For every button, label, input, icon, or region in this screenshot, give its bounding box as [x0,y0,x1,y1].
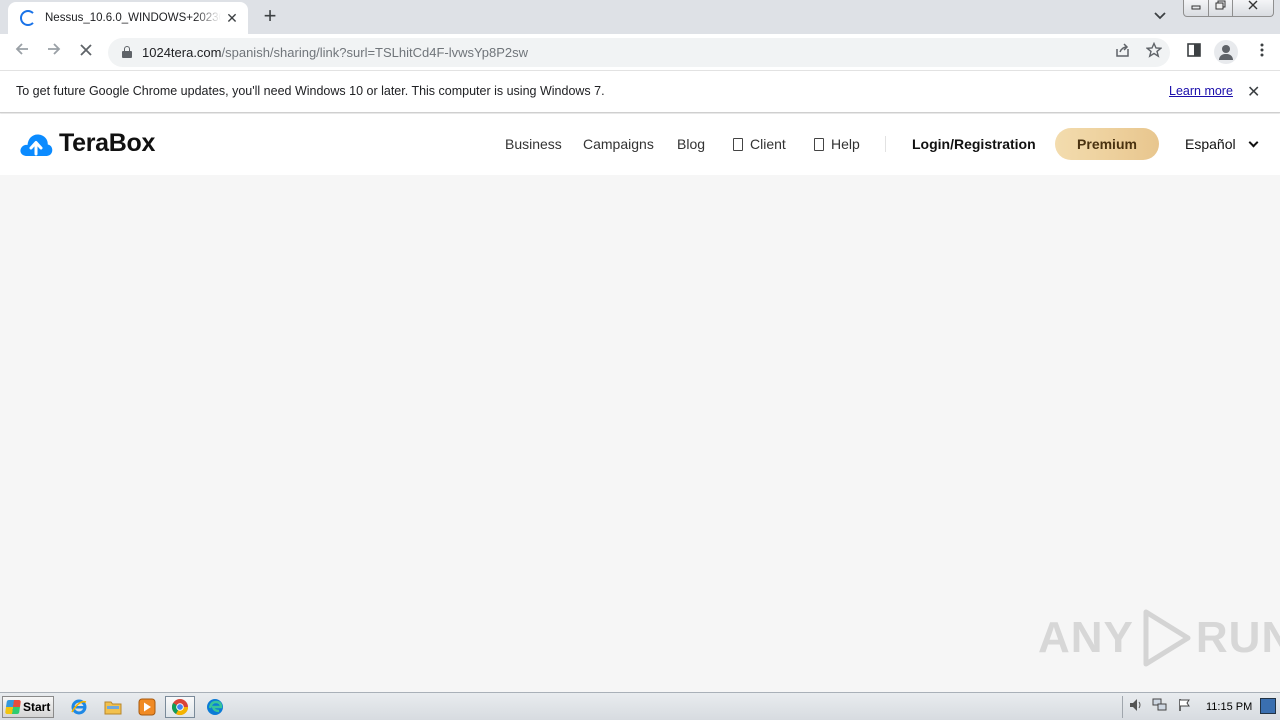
terabox-logo[interactable]: TeraBox [19,129,155,158]
chevron-down-icon [1154,12,1166,20]
window-minimize-button[interactable] [1183,0,1209,17]
network-icon[interactable] [1151,698,1169,716]
show-desktop-button[interactable] [1260,698,1276,714]
side-panel-button[interactable] [1182,40,1206,64]
restore-icon [1215,0,1226,10]
edge-icon [207,699,223,715]
side-panel-icon [1187,43,1201,57]
chevron-down-icon [1248,137,1259,147]
folder-icon [104,701,122,715]
start-button[interactable]: Start [2,696,54,718]
site-header: TeraBox Business Campaigns Blog Client H… [0,114,1280,175]
cloud-upload-icon [20,133,53,156]
nav-campaigns[interactable]: Campaigns [583,136,654,152]
language-selector[interactable]: Español [1185,136,1259,152]
back-button[interactable] [10,40,34,64]
window-restore-button[interactable] [1208,0,1233,17]
window-close-button[interactable] [1232,0,1274,17]
windows-taskbar: Start 11:15 PM [0,692,1280,720]
nav-help-label: Help [831,136,860,152]
nav-business[interactable]: Business [505,136,562,152]
infobar-message: To get future Google Chrome updates, you… [16,84,605,98]
share-button[interactable] [1111,42,1133,64]
action-center-flag-icon[interactable] [1176,698,1194,716]
bookmark-button[interactable] [1143,41,1165,64]
chrome-update-infobar: To get future Google Chrome updates, you… [0,71,1280,113]
minimize-icon [1191,5,1201,10]
anyrun-watermark: ANY RUN [1038,608,1280,668]
forward-button[interactable] [42,40,66,64]
taskbar-edge[interactable] [204,696,226,718]
windows-logo-icon [5,700,21,714]
login-registration-link[interactable]: Login/Registration [912,136,1036,152]
taskbar-internet-explorer[interactable] [68,696,90,718]
new-tab-button[interactable]: + [258,5,282,29]
star-icon [1145,41,1163,58]
chrome-icon [171,699,189,716]
logo-text: TeraBox [59,129,156,157]
arrow-right-icon [48,43,61,55]
learn-more-link[interactable]: Learn more [1169,84,1233,98]
arrow-left-icon [15,43,28,55]
taskbar-file-explorer[interactable] [102,696,124,718]
taskbar-chrome[interactable] [165,696,195,718]
language-label: Español [1185,136,1236,152]
url-text[interactable]: 1024tera.com/spanish/sharing/link?surl=T… [142,45,528,60]
more-vertical-icon [1260,43,1264,57]
browser-toolbar: 1024tera.com/spanish/sharing/link?surl=T… [0,34,1280,71]
chrome-menu-button[interactable] [1250,40,1274,64]
infobar-close-icon[interactable]: ✕ [1247,82,1260,102]
close-icon [1248,0,1258,10]
premium-button[interactable]: Premium [1055,128,1159,160]
browser-tab-active[interactable]: Nessus_10.6.0_WINDOWS+20230831 - TeraBox… [8,2,248,34]
tab-search-button[interactable] [1150,7,1170,27]
taskbar-media-player[interactable] [136,696,158,718]
device-icon [733,137,743,151]
browser-tab-strip: Nessus_10.6.0_WINDOWS+20230831 - TeraBox… [0,0,1280,34]
lock-icon[interactable] [122,46,132,58]
stop-icon [80,44,92,56]
profile-avatar-icon[interactable] [1214,40,1238,64]
nav-divider [885,136,886,152]
loading-spinner-icon [20,10,36,26]
play-logo-icon [1143,609,1191,667]
address-bar[interactable]: 1024tera.com/spanish/sharing/link?surl=T… [108,38,1170,67]
tray-divider [1122,696,1123,718]
nav-blog[interactable]: Blog [677,136,705,152]
internet-explorer-icon [71,699,87,715]
help-icon [814,137,824,151]
nav-client[interactable]: Client [733,136,786,152]
media-player-icon [138,698,156,716]
tab-close-icon[interactable]: ✕ [224,10,240,26]
nav-help[interactable]: Help [814,136,860,152]
volume-icon[interactable] [1127,698,1145,716]
tab-title: Nessus_10.6.0_WINDOWS+20230831 - TeraBox [45,12,221,24]
taskbar-clock[interactable]: 11:15 PM [1206,701,1252,713]
stop-loading-button[interactable] [74,40,98,64]
nav-client-label: Client [750,136,786,152]
share-icon [1115,43,1129,57]
